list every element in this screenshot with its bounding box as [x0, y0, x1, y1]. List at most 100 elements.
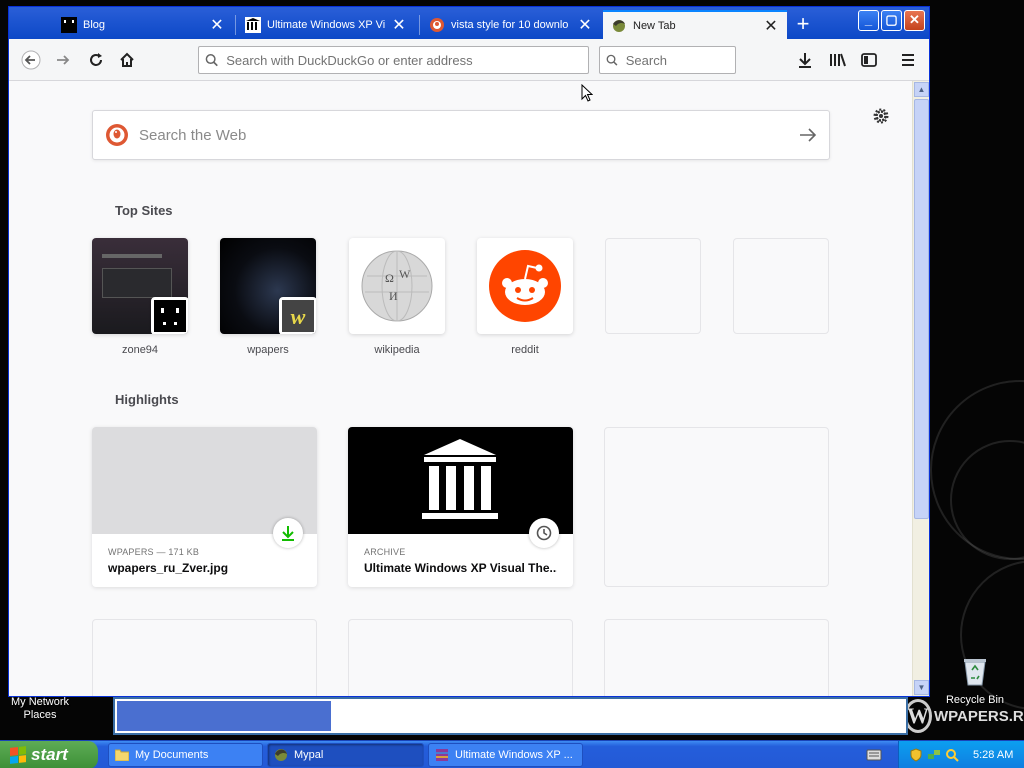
sidebar-button[interactable] [855, 46, 883, 74]
start-label: start [31, 745, 68, 764]
mouse-cursor-icon [581, 84, 593, 102]
desktop-icon-network-places[interactable]: My Network Places [4, 696, 76, 722]
clock: 5:28 AM [973, 749, 1014, 761]
highlight-card-empty [92, 619, 317, 696]
taskbar-item-label: Ultimate Windows XP ... [455, 749, 573, 761]
vertical-scrollbar[interactable]: ▲ ▼ [912, 81, 929, 696]
tab-close-icon[interactable]: ✕ [763, 16, 779, 36]
wpapers-watermark: W WPAPERS.RU [904, 698, 1024, 734]
scroll-down-arrow-icon[interactable]: ▼ [914, 680, 929, 695]
card-thumbnail [348, 427, 573, 548]
navigation-toolbar [9, 39, 929, 81]
top-sites-title: Top Sites [115, 203, 173, 218]
top-site-reddit[interactable]: reddit [477, 238, 573, 356]
site-label: reddit [511, 344, 539, 356]
site-thumbnail: w [220, 238, 316, 334]
tab-strip: Blog ✕ Ultimate Windows XP Visual ✕ vist… [9, 7, 929, 39]
tab-title: Ultimate Windows XP Visual [267, 18, 385, 31]
url-search-icon [205, 54, 218, 67]
tab-close-icon[interactable]: ✕ [577, 15, 593, 35]
top-site-wikipedia[interactable]: Ω W И wikipedia [349, 238, 445, 356]
new-tab-page: Top Sites zone94 w wpapers [9, 81, 912, 696]
tab-blog[interactable]: Blog ✕ [53, 10, 233, 39]
library-icon [830, 53, 846, 67]
tab-ultimate-windows-xp[interactable]: Ultimate Windows XP Visual ✕ [237, 10, 415, 39]
download-arrow-icon [799, 53, 811, 68]
keyboard-icon[interactable] [866, 748, 882, 762]
top-site-wpapers[interactable]: w wpapers [220, 238, 316, 356]
search-tray-icon[interactable] [945, 748, 959, 762]
duckduckgo-favicon-icon [430, 17, 444, 32]
top-site-zone94[interactable]: zone94 [92, 238, 188, 356]
site-thumbnail: Ω W И [349, 238, 445, 334]
reload-icon [90, 53, 102, 66]
download-progress-fill [117, 701, 331, 731]
top-site-empty [733, 238, 829, 334]
download-progress-bar [113, 697, 908, 735]
highlight-card-wpapers-download[interactable]: WPAPERS — 171 KB wpapers_ru_Zver.jpg [92, 427, 317, 587]
menu-button[interactable] [894, 46, 922, 74]
minimize-button[interactable]: _ [858, 10, 879, 31]
svg-text:W: W [399, 267, 411, 281]
scroll-up-arrow-icon[interactable]: ▲ [914, 82, 929, 97]
search-input[interactable] [625, 52, 729, 68]
zone94-logo-icon [154, 300, 186, 332]
sidebar-toggle-icon [861, 53, 877, 67]
search-submit-arrow-icon[interactable] [799, 127, 817, 143]
forward-button[interactable] [49, 46, 77, 74]
library-button[interactable] [824, 46, 852, 74]
new-tab-plus-icon[interactable]: + [791, 13, 815, 37]
watermark-text: WPAPERS.RU [934, 707, 1024, 725]
watermark-logo-icon: W [904, 699, 932, 733]
reload-button[interactable] [82, 46, 110, 74]
maximize-button[interactable]: ▢ [881, 10, 902, 31]
system-tray: 5:28 AM [898, 741, 1024, 768]
wpapers-logo-icon: w [282, 300, 314, 332]
tab-close-icon[interactable]: ✕ [391, 15, 407, 35]
taskbar-item-label: Mypal [294, 749, 324, 761]
search-bar-icon [606, 54, 618, 66]
history-badge [529, 518, 559, 548]
highlight-card-archive[interactable]: ARCHIVE Ultimate Windows XP Visual The..… [348, 427, 573, 587]
taskbar-item-my-documents[interactable]: My Documents [108, 743, 263, 767]
home-icon [120, 52, 134, 67]
close-window-button[interactable]: ✕ [904, 10, 925, 31]
taskbar-item-mypal[interactable]: Mypal [267, 743, 424, 767]
tab-new-tab[interactable]: New Tab ✕ [603, 10, 787, 39]
tab-close-icon[interactable]: ✕ [209, 15, 225, 35]
search-bar[interactable] [599, 46, 736, 74]
download-icon [282, 526, 294, 541]
network-icon[interactable] [927, 748, 941, 762]
site-label: wpapers [247, 344, 289, 356]
duckduckgo-logo-icon [106, 124, 128, 146]
gear-icon[interactable] [872, 107, 890, 125]
empty-site-placeholder [605, 238, 701, 334]
scrollbar-thumb[interactable] [914, 99, 929, 519]
web-search-input[interactable] [139, 126, 799, 144]
card-thumbnail [92, 427, 317, 548]
tab-title: New Tab [633, 19, 676, 32]
highlight-card-empty [604, 427, 829, 587]
site-thumbnail [92, 238, 188, 334]
card-title: Ultimate Windows XP Visual The... [364, 561, 557, 575]
url-input[interactable] [226, 52, 582, 68]
security-shield-icon[interactable] [909, 748, 923, 762]
archive-favicon-icon [245, 16, 261, 33]
taskbar-item-ultimate-windows-xp[interactable]: Ultimate Windows XP ... [428, 743, 583, 767]
back-button[interactable] [17, 46, 45, 74]
wikipedia-globe-icon: Ω W И [361, 250, 433, 322]
home-button[interactable] [113, 46, 141, 74]
hamburger-menu-icon [902, 54, 914, 66]
network-places-label: My Network Places [10, 696, 70, 721]
taskbar-item-label: My Documents [135, 749, 209, 761]
recycle-bin-icon [964, 659, 986, 686]
highlights-title: Highlights [115, 392, 179, 407]
wpapers-badge: w [279, 297, 316, 334]
web-search-box[interactable] [92, 110, 830, 160]
clock-icon [536, 525, 552, 541]
url-bar[interactable] [198, 46, 589, 74]
start-button[interactable]: start [0, 741, 98, 768]
highlight-card-empty [348, 619, 573, 696]
downloads-button[interactable] [791, 46, 819, 74]
tab-vista-style[interactable]: vista style for 10 downlo ✕ [421, 10, 601, 39]
